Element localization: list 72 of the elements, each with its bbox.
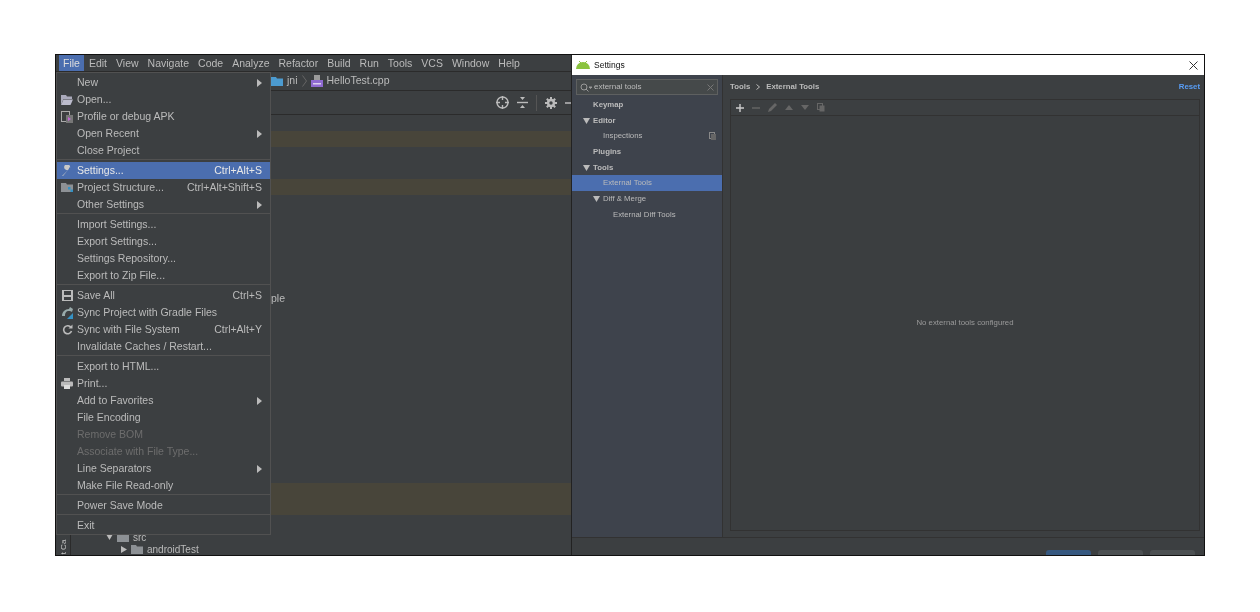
menu-bar-item[interactable]: Tools [383,55,417,71]
breadcrumb-item[interactable]: jni [287,73,298,89]
menu-bar-item[interactable]: Help [494,55,524,71]
menu-item[interactable]: Save All Ctrl+S [57,287,270,304]
menu-item[interactable]: Exit [57,517,270,534]
menu-item[interactable]: Project Structure... Ctrl+Alt+Shift+S [57,179,270,196]
copy-icon[interactable] [817,103,825,112]
collapsed-arrow-icon[interactable] [121,545,127,553]
menu-bar-item[interactable]: View [112,55,143,71]
menu-item[interactable]: Line Separators [57,460,270,477]
menu-item[interactable]: Import Settings... [57,216,270,233]
tree-item-text[interactable]: ple [271,291,285,307]
menu-bar-item[interactable]: Refactor [274,55,323,71]
move-up-icon[interactable] [785,105,793,110]
menu-item[interactable]: Profile or debug APK [57,108,270,125]
menu-bar-item[interactable]: Code [194,55,228,71]
move-down-icon[interactable] [801,105,809,110]
breadcrumb-separator-icon [301,75,307,87]
menu-bar-item[interactable]: Navigate [143,55,194,71]
menu-bar-item[interactable]: Run [355,55,383,71]
window-title: Settings [594,58,625,72]
menu-item[interactable]: Sync Project with Gradle Files [57,304,270,321]
save-icon [61,290,73,301]
menu-item[interactable]: File Encoding [57,409,270,426]
folder-icon [131,544,143,554]
search-field[interactable]: external tools [576,79,718,95]
menu-item[interactable]: Add to Favorites [57,392,270,409]
breadcrumb-item[interactable]: HelloTest.cpp [326,73,390,89]
open-folder-icon [61,94,73,105]
apk-icon [61,110,73,123]
menu-bar-item[interactable]: Analyze [228,55,274,71]
project-structure-icon [61,182,73,193]
menu-item[interactable]: Make File Read-only [57,477,270,494]
edit-icon[interactable] [768,103,777,112]
refresh-icon [61,324,73,335]
folder-icon [271,76,283,86]
menu-item[interactable]: Sync with File System Ctrl+Alt+Y [57,321,270,338]
menu-bar-item[interactable]: File [59,55,84,71]
gradle-sync-icon [60,306,74,319]
dialog-button[interactable] [1046,550,1091,555]
menu-bar-item[interactable]: Build [323,55,355,71]
locate-icon[interactable] [496,96,509,109]
search-icon [580,82,592,92]
close-icon[interactable] [1189,60,1198,70]
add-icon[interactable] [736,103,744,112]
menu-item[interactable]: Export to HTML... [57,358,270,375]
menu-item[interactable]: Invalidate Caches / Restart... [57,338,270,355]
menu-item[interactable]: Export to Zip File... [57,267,270,284]
tree-item[interactable]: androidTest [147,541,199,555]
menu-item[interactable]: Power Save Mode [57,497,270,514]
breadcrumb-separator-icon [756,84,761,90]
dialog-button[interactable] [1150,550,1195,555]
dialog-button[interactable] [1098,550,1143,555]
menu-bar-item[interactable]: VCS [417,55,447,71]
settings-icon[interactable] [545,96,557,109]
menu-item[interactable]: Settings Repository... [57,250,270,267]
menu-item[interactable]: Export Settings... [57,233,270,250]
menu-item[interactable]: Open Recent [57,125,270,142]
cpp-file-icon [310,75,323,87]
menu-item[interactable]: Other Settings [57,196,270,213]
print-icon [61,378,73,389]
collapse-icon[interactable] [517,96,528,109]
menu-item[interactable]: Close Project [57,142,270,159]
menu-bar-item[interactable]: Window [447,55,494,71]
clear-icon[interactable] [707,83,714,91]
menu-item[interactable]: New [57,74,270,91]
menu-item[interactable]: Open... [57,91,270,108]
menu-bar-item[interactable]: Edit [84,55,111,71]
android-icon [576,61,590,69]
tool-window-tab[interactable]: t Ca [58,538,68,555]
menu-item[interactable]: Print... [57,375,270,392]
menu-item[interactable]: Settings... Ctrl+Alt+S [57,162,270,179]
